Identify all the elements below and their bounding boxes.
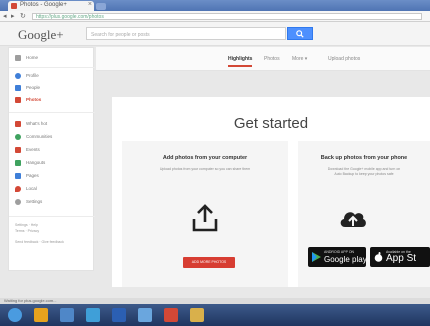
browser-tab-bar: Photos - Google+ ×: [0, 0, 430, 11]
google-play-button[interactable]: ANDROID APP ON Google play: [308, 247, 367, 267]
profile-icon: [15, 73, 21, 79]
media-icon[interactable]: [86, 308, 100, 322]
hot-icon: [15, 121, 21, 127]
sidebar-item-label: Hangouts: [26, 160, 46, 165]
sidebar-item-label: Home: [26, 55, 39, 60]
upload-icon: [192, 204, 218, 232]
get-started-panel: Get started Add photos from your compute…: [112, 97, 430, 287]
sidebar-footer-links[interactable]: Terms · Privacy: [15, 229, 39, 233]
add-photos-button[interactable]: ADD MORE PHOTOS: [183, 257, 235, 268]
sidebar-footer-links[interactable]: Settings · Help: [15, 223, 38, 227]
new-tab-button[interactable]: [96, 3, 106, 10]
sidebar-item-label: Settings: [26, 199, 43, 204]
sidebar-divider: [9, 67, 95, 68]
browser-tab-title: Photos - Google+: [20, 2, 67, 8]
search-icon: [296, 30, 304, 38]
tab-close-icon[interactable]: ×: [88, 1, 92, 8]
browser-tab[interactable]: Photos - Google+ ×: [8, 1, 94, 11]
sidebar-divider: [9, 216, 95, 217]
sidebar-item-label: Local: [26, 186, 37, 191]
start-icon[interactable]: [8, 308, 22, 322]
backup-card-title: Back up photos from your phone: [320, 155, 408, 161]
sidebar-item-label: Events: [26, 147, 40, 152]
forward-icon[interactable]: ▸: [11, 12, 15, 20]
home-icon: [15, 55, 21, 61]
gplus-header: Google+ Search for people or posts: [0, 22, 430, 46]
explorer-icon[interactable]: [60, 308, 74, 322]
photos-icon: [15, 97, 21, 103]
app-store-button[interactable]: Available on the App St: [370, 247, 430, 267]
upload-card-title: Add photos from your computer: [162, 155, 248, 161]
pages-icon: [15, 173, 21, 179]
sidebar-item-label: Communities: [26, 134, 53, 139]
tab-photos[interactable]: Photos: [264, 56, 280, 62]
sidebar-footer-feedback[interactable]: Send feedback · Give feedback: [15, 240, 64, 244]
photos-subnav: Highlights Photos More ▾ Upload photos: [96, 47, 430, 71]
tab-highlights[interactable]: Highlights: [228, 56, 253, 67]
google-play-icon: [312, 252, 321, 262]
sidebar-item-label: Profile: [26, 73, 39, 78]
reload-icon[interactable]: ↻: [20, 12, 26, 20]
apple-icon: [374, 252, 383, 262]
google-play-small-label: ANDROID APP ON: [324, 250, 355, 254]
search-input[interactable]: Search for people or posts: [86, 27, 286, 40]
taskbar: [0, 304, 430, 326]
events-icon: [15, 147, 21, 153]
cloud-upload-icon: [340, 212, 366, 227]
address-bar: ◂ ▸ ↻ https://plus.google.com/photos: [0, 11, 430, 22]
folder-icon[interactable]: [190, 308, 204, 322]
back-icon[interactable]: ◂: [3, 12, 7, 20]
hangouts-icon: [15, 160, 21, 166]
chrome-icon[interactable]: [164, 308, 178, 322]
tab-upload-photos[interactable]: Upload photos: [328, 56, 360, 62]
ie-icon[interactable]: [34, 308, 48, 322]
backup-card: Back up photos from your phone Download …: [298, 141, 430, 287]
sidebar-item-label: People: [26, 85, 41, 90]
search-button[interactable]: [287, 27, 313, 40]
word-icon[interactable]: [112, 308, 126, 322]
sidebar: Home Profile People Photos What's hot Co…: [8, 47, 95, 271]
url-input[interactable]: https://plus.google.com/photos: [32, 13, 422, 20]
sidebar-item-label: Photos: [26, 97, 42, 102]
sidebar-divider: [9, 112, 95, 113]
sidebar-item-label: What's hot: [26, 121, 48, 126]
local-icon: [15, 186, 21, 192]
backup-card-description: Download the Google+ mobile app and turn…: [327, 167, 401, 176]
upload-card-description: Upload photos from your computer so you …: [159, 167, 251, 171]
upload-card: Add photos from your computer Upload pho…: [122, 141, 288, 287]
settings-icon: [15, 199, 21, 205]
people-icon: [15, 85, 21, 91]
page-title: Get started: [233, 115, 309, 132]
google-play-label: Google play: [324, 255, 367, 264]
gplus-logo[interactable]: Google+: [18, 27, 64, 43]
tab-more[interactable]: More ▾: [292, 56, 307, 62]
app-icon[interactable]: [138, 308, 152, 322]
communities-icon: [15, 134, 21, 140]
sidebar-item-label: Pages: [26, 173, 39, 178]
app-store-label: App St: [386, 253, 417, 264]
gplus-favicon-icon: [11, 3, 17, 9]
